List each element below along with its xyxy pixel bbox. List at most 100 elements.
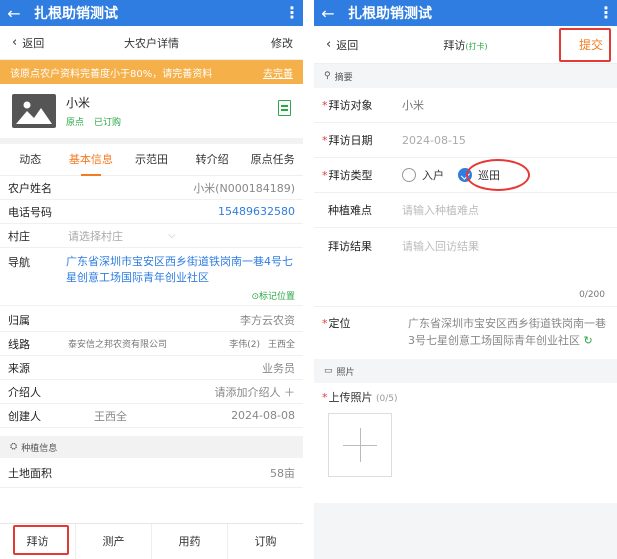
tab-activity[interactable]: 动态 <box>0 144 61 176</box>
route-person: 王西全 <box>267 340 295 350</box>
field-label: 电话号码 <box>8 205 52 219</box>
farmer-profile: 小米 原点 已订购 <box>0 84 303 144</box>
field-creator: 创建人 王西全 2024-08-08 <box>0 404 303 428</box>
radio-home-visit[interactable]: 入户 <box>402 167 444 183</box>
field-label: 拜访类型 <box>328 169 373 182</box>
app-bar: ← 扎根助销测试 ⋮ <box>314 0 617 26</box>
field-label: 来源 <box>8 361 30 375</box>
field-phone: 电话号码 15489632580 <box>0 200 303 224</box>
chevron-down-icon: ⌵ <box>168 230 176 241</box>
field-label: 拜访日期 <box>328 134 373 147</box>
difficulty-input[interactable]: 请输入种植难点 <box>402 202 479 218</box>
highlight-box <box>13 525 69 555</box>
date-picker[interactable]: 2024-08-15 <box>402 134 466 147</box>
village-select[interactable]: 请选择村庄 <box>68 228 168 244</box>
result-textarea[interactable]: 0/200 <box>314 263 617 307</box>
field-label: 农户姓名 <box>8 181 52 195</box>
tab-origin-task[interactable]: 原点任务 <box>242 144 303 176</box>
visit-form-screen: ← 扎根助销测试 ⋮ ‹ 返回 拜访(打卡) 提交 ⚲ 摘要 *拜访对象 小米 *… <box>314 0 617 559</box>
page-title: 大农户详情 <box>124 36 179 50</box>
field-route: 线路 泰安信之邦农资有限公司 李伟(2) 王西全 <box>0 332 303 356</box>
app-title: 扎根助销测试 <box>348 6 432 22</box>
field-value: 58亩 <box>270 466 295 480</box>
field-label: 创建人 <box>8 409 41 423</box>
tag-ordered: 已订购 <box>94 118 122 128</box>
field-belong: 归属 李方云农资 <box>0 308 303 332</box>
section-title: 摘要 <box>334 72 353 83</box>
upload-count: (0/5) <box>376 394 398 404</box>
yield-test-button[interactable]: 测产 <box>76 524 152 559</box>
check-in-subtitle: (打卡) <box>465 41 488 51</box>
tag-origin: 原点 <box>66 118 85 128</box>
field-source: 来源 业务员 <box>0 356 303 380</box>
field-label: 导航 <box>8 256 30 269</box>
app-title: 扎根助销测试 <box>34 6 118 22</box>
field-land-area: 土地面积 58亩 <box>0 458 303 488</box>
section-header-plant: ⛭ 种植信息 <box>0 436 303 458</box>
mark-location-button[interactable]: ⊙标记位置 <box>251 289 295 302</box>
field-visit-date[interactable]: *拜访日期 2024-08-15 <box>314 123 617 158</box>
order-button[interactable]: 订购 <box>228 524 303 559</box>
medication-button[interactable]: 用药 <box>152 524 228 559</box>
result-input[interactable]: 请输入回访结果 <box>402 238 479 254</box>
field-village[interactable]: 村庄 请选择村庄 ⌵ <box>0 224 303 248</box>
field-label: 介绍人 <box>8 385 41 399</box>
field-difficulty[interactable]: 种植难点 请输入种植难点 <box>314 193 617 228</box>
field-label: 土地面积 <box>8 466 52 480</box>
section-title: 种植信息 <box>21 443 58 454</box>
field-referrer[interactable]: 介绍人 请添加介绍人 ＋ <box>0 380 303 404</box>
location-value: 广东省深圳市宝安区西乡街道铁岗南一巷3号七星创意工场国际青年创业社区 ↻ <box>408 315 609 349</box>
upload-label-row: *上传照片 (0/5) <box>322 391 398 404</box>
page-nav: ‹ 返回 大农户详情 修改 <box>0 26 303 60</box>
field-visit-type: *拜访类型 入户 巡田 <box>314 158 617 193</box>
tab-demo-field[interactable]: 示范田 <box>121 144 182 176</box>
tab-referral[interactable]: 转介绍 <box>182 144 243 176</box>
edit-button[interactable]: 修改 <box>271 35 293 51</box>
completeness-warning: 该原点农户资料完善度小于80%，请完善资料 去完善 <box>0 60 303 84</box>
field-visit-target[interactable]: *拜访对象 小米 <box>314 88 617 123</box>
creator-date: 2024-08-08 <box>231 409 295 422</box>
warning-text: 该原点农户资料完善度小于80%，请完善资料 <box>10 68 213 80</box>
field-label: 归属 <box>8 313 30 327</box>
address-link[interactable]: 广东省深圳市宝安区西乡街道铁岗南一巷4号七星创意工场国际青年创业社区 <box>66 254 295 286</box>
field-visit-result[interactable]: 拜访结果 请输入回访结果 <box>314 228 617 263</box>
field-label: 种植难点 <box>328 204 372 217</box>
image-icon: ▭ <box>324 366 333 376</box>
route-company: 泰安信之邦农资有限公司 <box>68 340 168 350</box>
highlight-box <box>559 28 611 62</box>
photo-upload-card: *上传照片 (0/5) <box>314 383 617 503</box>
field-value: 业务员 <box>262 361 295 375</box>
document-icon[interactable] <box>278 100 291 116</box>
location-pin-icon: ⚲ <box>324 71 331 81</box>
field-label: 拜访对象 <box>328 99 373 112</box>
add-referrer-button[interactable]: 请添加介绍人 ＋ <box>64 384 296 400</box>
field-farmer-name: 农户姓名 小米(N000184189) <box>0 176 303 200</box>
more-icon[interactable]: ⋮ <box>281 5 303 21</box>
field-value: 小米 <box>402 99 424 112</box>
plant-icon: ⛭ <box>10 442 18 452</box>
farmer-detail-screen: ← 扎根助销测试 ⋮ ‹ 返回 大农户详情 修改 该原点农户资料完善度小于80%，… <box>0 0 303 559</box>
app-bar: ← 扎根助销测试 ⋮ <box>0 0 303 26</box>
page-title-text: 拜访 <box>443 38 466 52</box>
more-icon[interactable]: ⋮ <box>595 5 617 21</box>
visit-form: *拜访对象 小米 *拜访日期 2024-08-15 *拜访类型 入户 巡田 种植… <box>314 88 617 359</box>
radio-icon <box>402 168 416 182</box>
field-navigation: 导航 广东省深圳市宝安区西乡街道铁岗南一巷4号七星创意工场国际青年创业社区 ⊙标… <box>0 248 303 306</box>
field-label: 村庄 <box>8 229 30 243</box>
creator-name: 王西全 <box>94 409 127 423</box>
refresh-icon[interactable]: ↻ <box>584 334 593 347</box>
section-title: 照片 <box>336 367 355 378</box>
highlight-oval <box>466 159 530 191</box>
farmer-name: 小米 <box>66 96 91 110</box>
tab-basic-info[interactable]: 基本信息 <box>61 144 122 176</box>
complete-info-link[interactable]: 去完善 <box>263 65 293 80</box>
phone-link[interactable]: 15489632580 <box>64 205 295 218</box>
image-placeholder-icon <box>12 94 56 128</box>
field-label: 定位 <box>328 317 351 330</box>
add-photo-button[interactable] <box>328 413 392 477</box>
char-counter: 0/200 <box>579 290 605 300</box>
field-location: *定位 广东省深圳市宝安区西乡街道铁岗南一巷3号七星创意工场国际青年创业社区 ↻ <box>314 307 617 359</box>
field-label: 拜访结果 <box>328 239 372 253</box>
back-arrow-icon[interactable]: ← <box>0 4 28 23</box>
back-arrow-icon[interactable]: ← <box>314 4 342 23</box>
